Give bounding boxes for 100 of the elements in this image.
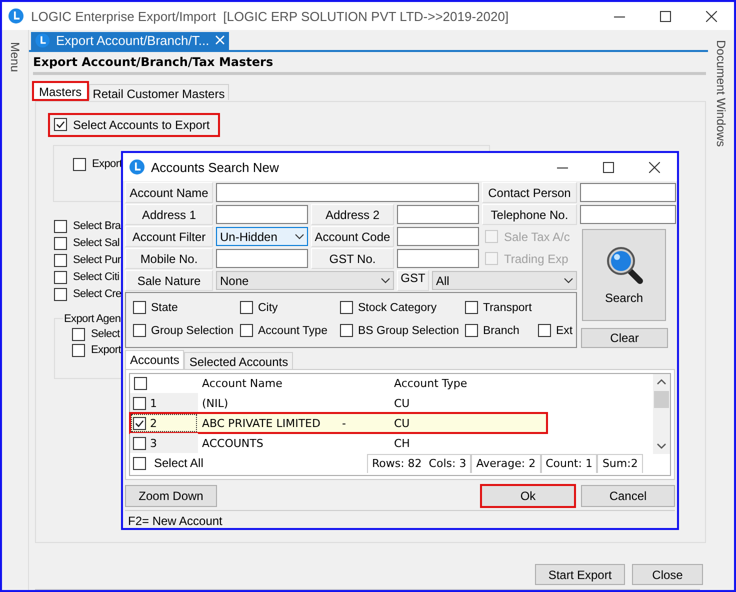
table-row[interactable]: 1 (NIL) CU [130,393,653,413]
logo-icon [8,8,24,24]
checkbox[interactable] [54,118,67,132]
table-row[interactable]: 3 ACCOUNTS CH [130,433,653,453]
field-label: Account Code [311,226,394,247]
status-cell: Count: 1 [540,454,598,472]
checkbox-label: Select Citi [73,271,120,284]
button[interactable]: Close [632,564,703,585]
checkbox[interactable] [538,324,551,337]
checkbox[interactable] [240,301,253,314]
checkbox-label: Select All [154,456,204,470]
tab[interactable]: Accounts [125,350,184,369]
checkbox[interactable] [240,324,253,337]
checkbox-label: Branch [483,324,520,336]
page-heading: Export Account/Branch/Tax Masters [32,54,274,69]
checkbox[interactable] [133,436,146,450]
checkbox-label: Transport [483,302,532,314]
button[interactable]: Zoom Down [125,485,217,507]
checkbox[interactable] [133,456,146,470]
checkbox[interactable] [72,344,85,357]
status-text: F2= New Account [125,510,675,528]
dialog-title: Accounts Search New [151,160,280,174]
dropdown[interactable]: All [432,271,577,290]
table-cell-text: CH [393,436,411,452]
table-cell: ABC PRIVATE LIMITED [202,416,320,430]
checkbox[interactable] [54,270,67,284]
dropdown[interactable]: None [216,271,394,290]
input-field[interactable] [216,249,308,268]
checkbox-label: Select Pur [73,254,121,266]
checkbox-label: Account Type [258,324,328,336]
field-label: Mobile No. [125,248,213,269]
checkbox[interactable] [54,254,67,267]
checkbox[interactable] [54,220,67,233]
checkbox-label: Ext [556,324,573,336]
logo-icon [129,159,145,175]
input-field[interactable] [397,205,479,224]
status-cell: Average: 2 [471,454,541,472]
checkbox[interactable] [465,324,478,337]
row-number: 2 [150,416,157,430]
caret-icon [564,278,573,284]
field-label: Contact Person [482,182,577,203]
column-header[interactable]: Account Name [198,374,390,393]
table-cell: - [342,416,346,430]
column-header[interactable]: Account Type [390,374,545,393]
checkbox-label: State [151,302,178,314]
field-label: GST No. [311,248,394,269]
checkbox[interactable] [134,377,147,390]
checkbox-label: City [258,302,278,314]
tab[interactable]: Retail Customer Masters [88,84,229,100]
checkbox[interactable] [73,158,86,171]
field-label: Sale Nature [125,270,213,291]
group-title: Export Agen [63,312,122,325]
checkbox[interactable] [340,324,353,337]
input-field[interactable] [580,183,676,202]
table-row[interactable]: 2 ABC PRIVATE LIMITED - CU [130,413,547,433]
status-cell: Rows: 82 Cols: 3 [367,454,472,472]
table-cell-text: CU [393,396,411,412]
search-button[interactable]: Search [582,229,666,321]
window-title: LOGIC Enterprise Export/Import [LOGIC ERP SOLUTION PVT LTD->>2019-2020] [31,8,510,24]
tab[interactable]: Selected Accounts [184,352,294,369]
checkbox[interactable] [465,301,478,314]
document-windows-tab[interactable]: Document Windows [714,40,728,147]
checkbox[interactable] [133,416,146,430]
field-label: Address 2 [311,204,394,225]
checkbox[interactable] [54,236,67,250]
dropdown[interactable]: Un-Hidden [216,227,308,246]
checkbox[interactable] [133,396,146,410]
checkbox[interactable] [72,328,85,341]
checkbox[interactable] [54,288,67,301]
document-tab[interactable]: Export Account/Branch/T... [31,32,229,50]
checkbox-label: Select Bra [73,220,121,232]
button[interactable]: Ok [481,485,575,507]
checkbox[interactable] [133,301,146,314]
tab[interactable]: Masters [32,80,89,101]
row-number: 3 [150,436,157,450]
field-label: GST [397,270,429,291]
button[interactable]: Start Export [535,564,625,585]
checkbox-label: Select Accounts to Export [73,118,210,132]
button[interactable]: Cancel [581,485,675,507]
checkbox-label: Select [91,328,120,340]
input-field[interactable] [216,183,479,202]
checkbox[interactable] [133,324,146,337]
menu-tab[interactable]: Menu [8,42,22,72]
table-cell-text: CU [393,416,411,432]
checkbox-label: Trading Exp [504,252,568,266]
input-field[interactable] [216,205,308,224]
table-cell-text: (NIL) [201,396,230,412]
search-icon [604,245,644,285]
input-field[interactable] [397,249,479,268]
status-cell: Sum:2 [597,454,643,472]
checkbox-label: Export [91,344,121,356]
checkbox-label: Select Sal [73,237,120,250]
checkbox-label: BS Group Selection [358,324,460,336]
clear-button[interactable]: Clear [581,328,668,348]
input-field[interactable] [580,205,676,224]
table-cell-text: ACCOUNTS [201,436,264,452]
checkbox[interactable] [340,301,353,314]
input-field[interactable] [397,227,479,246]
logo-icon [35,33,50,48]
caret-icon [295,234,304,240]
